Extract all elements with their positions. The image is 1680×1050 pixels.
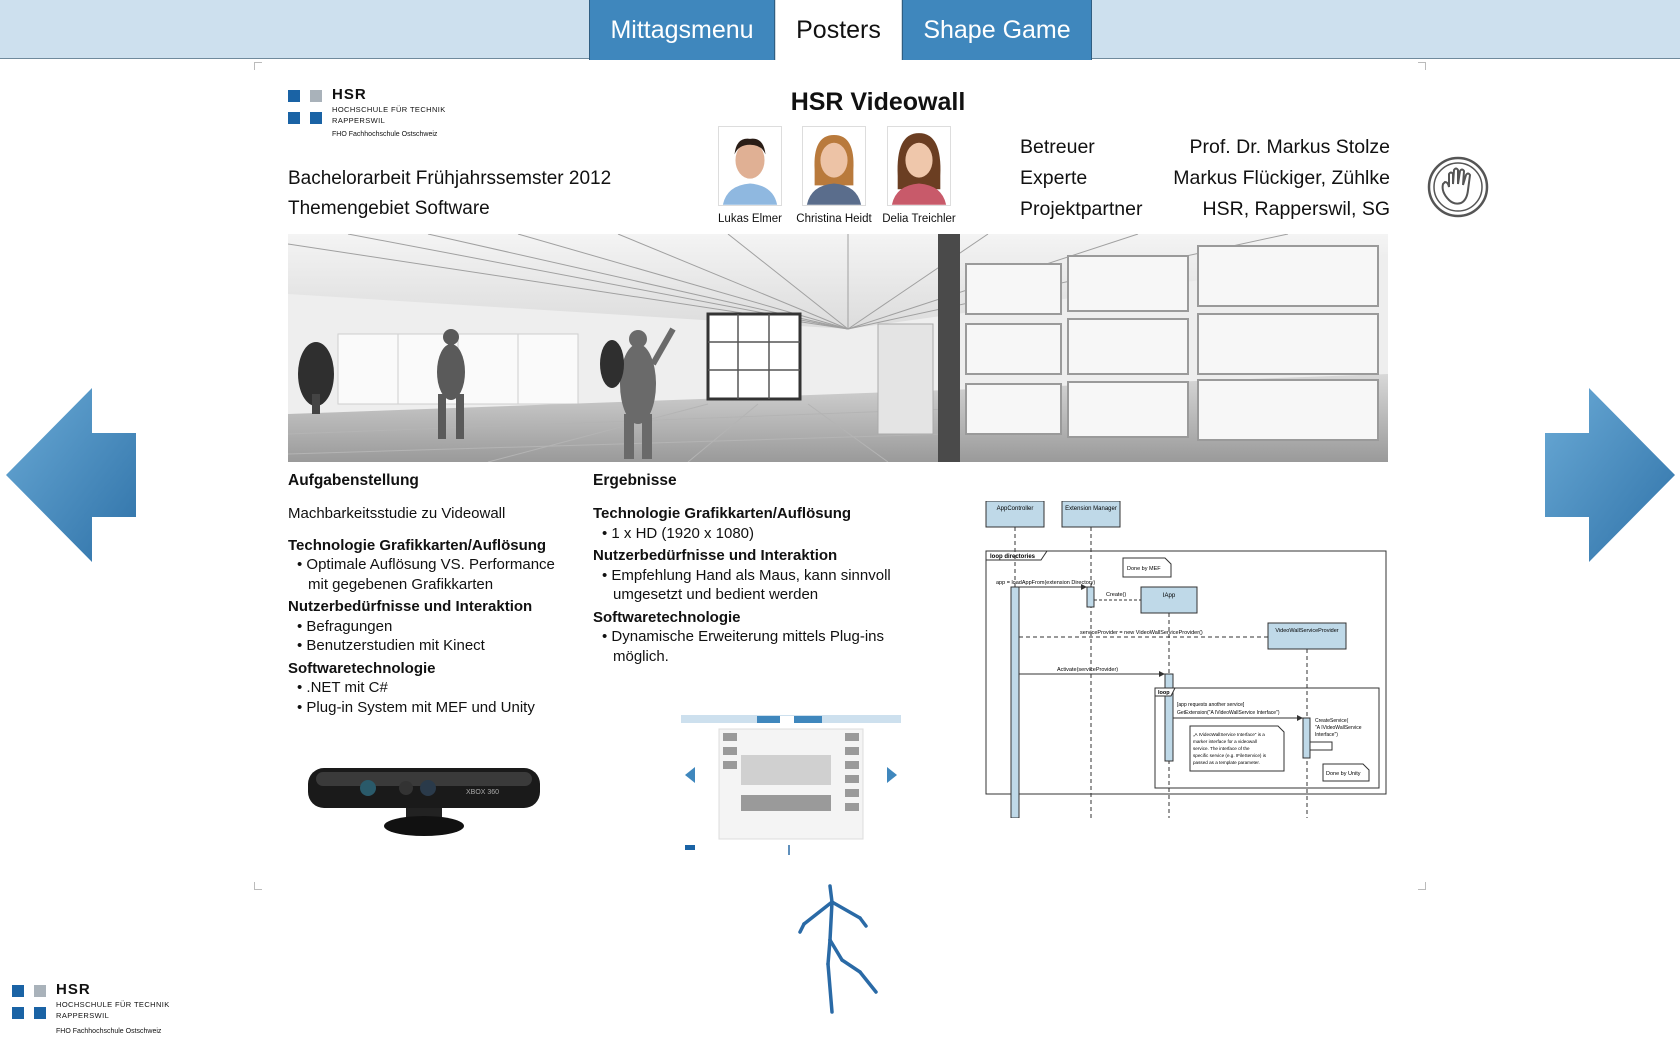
svg-text:Activate(serviceProvider): Activate(serviceProvider) <box>1057 667 1118 673</box>
person-lukas: Lukas Elmer <box>705 126 795 225</box>
svg-text:Create(): Create() <box>1106 592 1126 598</box>
portrait-image <box>718 126 782 206</box>
info-expert: Experte Markus Flückiger, Zühlke <box>1020 167 1390 189</box>
person-delia: Delia Treichler <box>874 126 964 225</box>
skeleton-tracking-icon <box>798 884 878 1014</box>
svg-text:[app requests another service]: [app requests another service] <box>1177 702 1245 708</box>
svg-text:AppController: AppController <box>997 506 1034 512</box>
poster: HSR HOCHSCHULE FÜR TECHNIK RAPPERSWIL FH… <box>254 62 1489 890</box>
svg-text:loop: loop <box>1158 690 1170 696</box>
svg-text:GetExtension("A IVideoWallServ: GetExtension("A IVideoWallService Interf… <box>1177 710 1280 716</box>
top-bar: Mittagsmenu Posters Shape Game <box>0 0 1680 60</box>
sequence-diagram: AppController Extension Manager loop dir… <box>985 501 1387 818</box>
section-heading-results: Ergebnisse <box>593 472 677 489</box>
svg-text:XBOX 360: XBOX 360 <box>466 789 499 796</box>
svg-text:Interface"): Interface") <box>1315 732 1338 738</box>
hsr-footer-logo: HSR HOCHSCHULE FÜR TECHNIK RAPPERSWIL FH… <box>12 981 182 1045</box>
svg-text:service. The interface of the: service. The interface of the <box>1193 746 1250 751</box>
crop-mark <box>254 882 262 890</box>
task-text: Machbarkeitsstudie zu Videowall Technolo… <box>288 505 555 716</box>
hand-cursor-icon[interactable] <box>1427 156 1489 218</box>
section-heading-task: Aufgabenstellung <box>288 472 419 489</box>
info-supervisor: Betreuer Prof. Dr. Markus Stolze <box>1020 136 1390 158</box>
tab-shape-game[interactable]: Shape Game <box>902 0 1092 60</box>
svg-text:specific service (e.g. IFileSe: specific service (e.g. IFileService) is <box>1193 753 1267 758</box>
svg-text:"A IVideoWallService: "A IVideoWallService <box>1315 725 1362 731</box>
svg-text:Done by Unity: Done by Unity <box>1326 771 1361 777</box>
svg-text:Done by MEF: Done by MEF <box>1127 566 1161 572</box>
crop-mark <box>254 62 262 70</box>
portrait-image <box>802 126 866 206</box>
svg-text:serviceProvider = new VideoWal: serviceProvider = new VideoWallServicePr… <box>1080 630 1203 636</box>
svg-text:passed as a template parameter: passed as a template parameter. <box>1193 760 1260 765</box>
tab-posters[interactable]: Posters <box>775 0 902 60</box>
tab-bar: Mittagsmenu Posters Shape Game <box>589 0 1092 60</box>
svg-text:Extension Manager: Extension Manager <box>1065 506 1117 512</box>
results-text: Technologie Grafikkarten/Auflösung • 1 x… <box>593 505 891 665</box>
poster-title: HSR Videowall <box>790 88 966 116</box>
kinect-sensor-image: XBOX 360 <box>308 768 540 836</box>
svg-text:loop directories: loop directories <box>990 554 1036 560</box>
svg-text:app = loadAppFrom(extension Di: app = loadAppFrom(extension Directory) <box>996 580 1095 586</box>
tab-mittagsmenu[interactable]: Mittagsmenu <box>589 0 775 60</box>
svg-text:CreateService(: CreateService( <box>1315 718 1349 724</box>
svg-text:marker interface for a videowa: marker interface for a videowall <box>1193 739 1257 744</box>
hsr-logo: HSR HOCHSCHULE FÜR TECHNIK RAPPERSWIL FH… <box>288 86 458 150</box>
videowall-room-rendering <box>288 234 1388 462</box>
info-partner: Projektpartner HSR, Rapperswil, SG <box>1020 198 1390 220</box>
application-screenshot-thumbnail <box>681 715 901 857</box>
svg-text:„A IVideoWallService Interface: „A IVideoWallService Interface" is a <box>1193 732 1265 737</box>
poster-subtitle: Bachelorarbeit Frühjahrssemster 2012 <box>288 168 612 189</box>
portrait-image <box>887 126 951 206</box>
crop-mark <box>1418 882 1426 890</box>
previous-poster-arrow-icon[interactable] <box>6 388 136 562</box>
next-poster-arrow-icon[interactable] <box>1545 388 1675 562</box>
poster-topic: Themengebiet Software <box>288 198 490 219</box>
svg-text:VideoWallServiceProvider: VideoWallServiceProvider <box>1275 628 1338 634</box>
person-christina: Christina Heidt <box>789 126 879 225</box>
svg-text:IApp: IApp <box>1163 593 1176 599</box>
crop-mark <box>1418 62 1426 70</box>
